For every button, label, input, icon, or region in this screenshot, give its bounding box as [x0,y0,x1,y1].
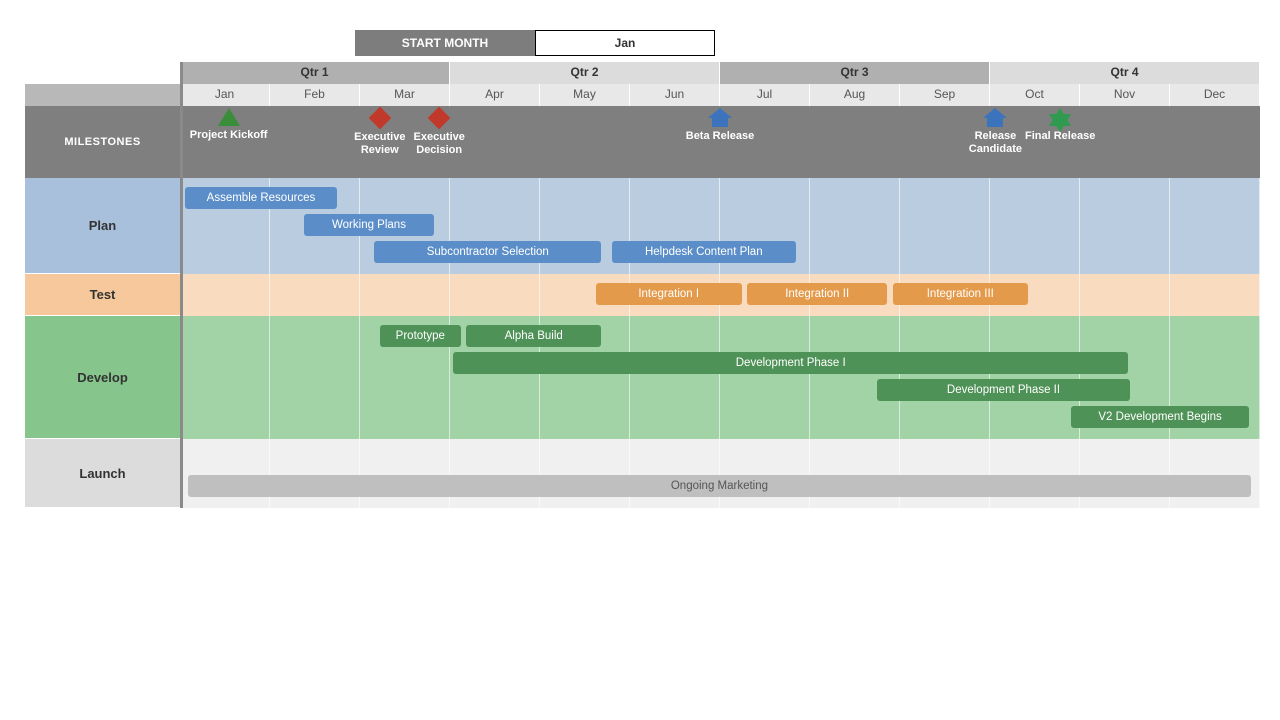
milestone-label: Beta Release [686,130,755,143]
arrow-up-icon [712,117,728,127]
month-cell: Jan [180,84,270,106]
milestones-heading: MILESTONES [25,106,180,178]
milestone-area: Project KickoffExecutive ReviewExecutive… [180,106,1260,178]
task-bar[interactable]: Integration III [893,283,1028,305]
task-bar[interactable]: Subcontractor Selection [374,241,601,263]
categories: PlanAssemble Resources Working Plans Subco… [25,178,1260,508]
task-bar[interactable]: Integration I [596,283,742,305]
category-body: Integration IIntegration II Integration I… [180,274,1260,316]
task-bar[interactable]: Working Plans [304,214,434,236]
start-month-row: START MONTH Jan [355,30,1260,56]
milestone-project-kickoff: Project Kickoff [189,108,269,142]
month-cell: Mar [360,84,450,106]
diamond-icon [428,107,451,130]
triangle-icon [218,108,240,126]
category-label: Plan [25,178,180,274]
quarter-cell: Qtr 4 [990,62,1260,84]
task-bar[interactable]: V2 Development Begins [1071,406,1249,428]
month-cell: Aug [810,84,900,106]
task-bar[interactable]: Helpdesk Content Plan [612,241,796,263]
month-cell: Dec [1170,84,1260,106]
task-bar[interactable]: Prototype [380,325,461,347]
month-cell: Jul [720,84,810,106]
arrow-up-icon [987,117,1003,127]
category-body: Assemble Resources Working Plans Subcontra… [180,178,1260,274]
quarter-cell: Qtr 1 [180,62,450,84]
start-month-label: START MONTH [355,30,535,56]
category-body: Ongoing Marketing [180,439,1260,508]
category-row-launch: Launch Ongoing Marketing [25,439,1260,508]
milestone-label: Executive Decision [399,131,479,156]
milestone-band: MILESTONES Project KickoffExecutive Revi… [25,106,1260,178]
category-label: Launch [25,439,180,508]
roadmap-page: START MONTH Jan Qtr 1Qtr 2Qtr 3Qtr 4 Jan… [0,0,1280,720]
milestone-final-release: Final Release [1020,108,1100,143]
star6-icon [1049,108,1071,126]
month-cell: Apr [450,84,540,106]
milestone-beta-release: Beta Release [680,108,760,143]
task-bar[interactable]: Development Phase I [453,352,1128,374]
task-bar[interactable]: Ongoing Marketing [188,475,1252,497]
task-bar[interactable]: Development Phase II [877,379,1131,401]
month-cell: Oct [990,84,1080,106]
timeline-divider [180,62,183,508]
quarter-header: Qtr 1Qtr 2Qtr 3Qtr 4 [25,62,1260,84]
header-spacer [25,84,180,106]
start-month-input[interactable]: Jan [535,30,715,56]
category-row-develop: Develop PrototypeAlpha Build Development P… [25,316,1260,439]
header-spacer [25,62,180,84]
task-bar[interactable]: Assemble Resources [185,187,336,209]
month-header: JanFebMarAprMayJunJulAugSepOctNovDec [25,84,1260,106]
quarter-cell: Qtr 3 [720,62,990,84]
category-row-plan: PlanAssemble Resources Working Plans Subco… [25,178,1260,274]
diamond-icon [368,107,391,130]
milestone-label: Project Kickoff [190,129,268,142]
month-cell: Nov [1080,84,1170,106]
month-cell: May [540,84,630,106]
milestone-executive-decision: Executive Decision [399,108,479,156]
task-bar[interactable]: Alpha Build [466,325,601,347]
category-label: Develop [25,316,180,439]
category-body: PrototypeAlpha Build Development Phase I D… [180,316,1260,439]
timeline-grid: Qtr 1Qtr 2Qtr 3Qtr 4 JanFebMarAprMayJunJ… [25,62,1260,508]
task-bar[interactable]: Integration II [747,283,887,305]
month-cell: Jun [630,84,720,106]
month-cell: Feb [270,84,360,106]
category-row-test: TestIntegration IIntegration IIIntegrati… [25,274,1260,316]
category-label: Test [25,274,180,316]
quarter-cell: Qtr 2 [450,62,720,84]
month-cell: Sep [900,84,990,106]
